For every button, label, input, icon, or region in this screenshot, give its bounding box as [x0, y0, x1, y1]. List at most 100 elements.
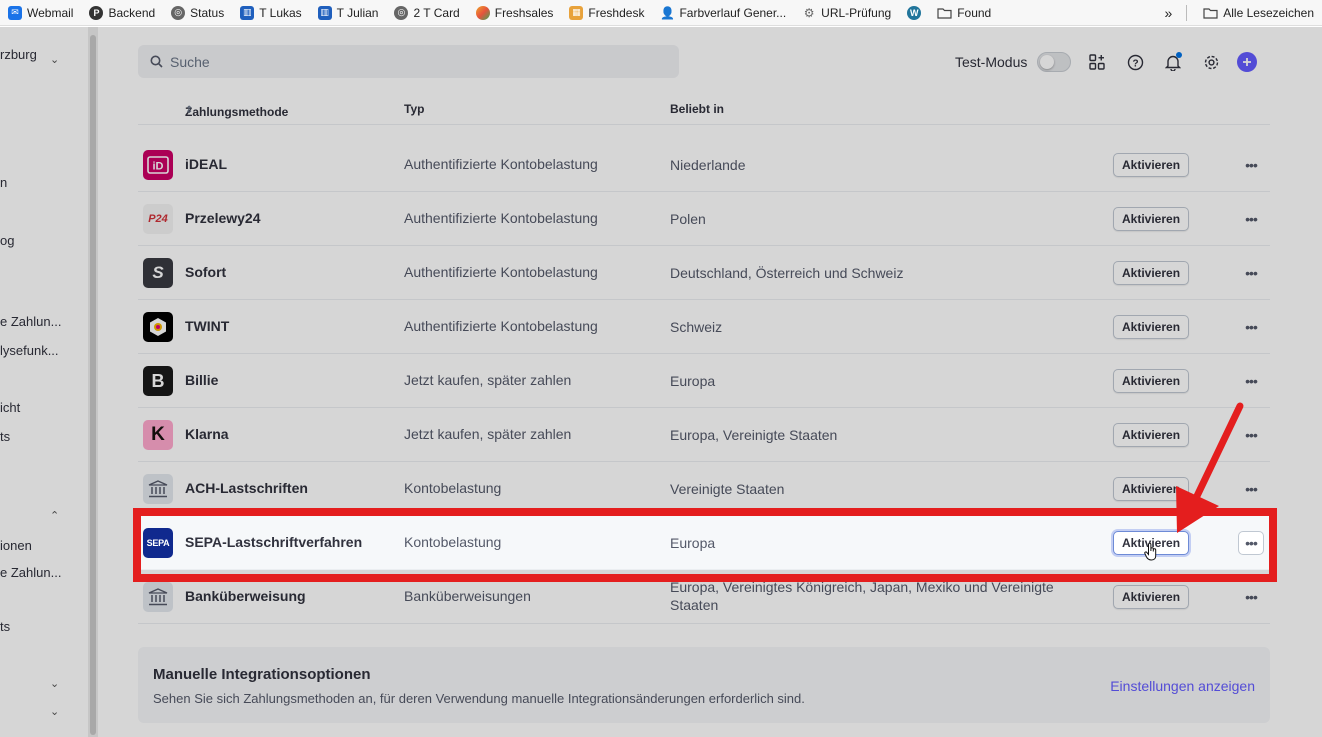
bookmark-wordpress[interactable]: W: [899, 5, 929, 20]
bookmark-found[interactable]: Found: [929, 6, 999, 20]
activate-button[interactable]: Aktivieren: [1113, 315, 1190, 339]
method-popular: Europa, Vereinigte Staaten: [670, 427, 838, 443]
more-options-icon[interactable]: •••: [1238, 477, 1264, 501]
bookmark-backend[interactable]: P Backend: [81, 5, 163, 20]
bookmark-webmail[interactable]: ✉ Webmail: [0, 5, 81, 20]
chevron-up-icon[interactable]: ⌃: [50, 509, 59, 522]
activate-button[interactable]: Aktivieren: [1113, 261, 1190, 285]
activate-button[interactable]: Aktivieren: [1113, 207, 1190, 231]
bookmark-status[interactable]: ◎ Status: [163, 5, 232, 20]
apps-icon[interactable]: [1085, 50, 1109, 74]
bookmark-freshdesk[interactable]: ▦ Freshdesk: [561, 5, 652, 20]
table-row: B Billie Jetzt kaufen, später zahlen Eur…: [138, 354, 1270, 408]
bookmarks-bar: ✉ Webmail P Backend ◎ Status ▥ T Lukas ▥…: [0, 0, 1322, 26]
bank-icon: [143, 582, 173, 612]
show-settings-link[interactable]: Einstellungen anzeigen: [1110, 678, 1255, 694]
globe-icon: ◎: [394, 5, 409, 20]
sidebar-item[interactable]: og: [0, 233, 14, 248]
search-input[interactable]: [170, 53, 650, 70]
activate-button[interactable]: Aktivieren: [1113, 477, 1190, 501]
sidebar-scrollbar[interactable]: [88, 27, 98, 737]
activate-button[interactable]: Aktivieren: [1113, 153, 1190, 177]
folder-icon: [937, 7, 952, 19]
method-name: ACH-Lastschriften: [185, 480, 308, 496]
freshsales-icon: [475, 5, 490, 20]
scrollbar-thumb[interactable]: [90, 35, 96, 735]
method-type: Authentifizierte Kontobelastung: [404, 318, 598, 334]
bookmark-t-julian[interactable]: ▥ T Julian: [310, 5, 387, 20]
bookmark-farbverlauf[interactable]: 👤 Farbverlauf Gener...: [652, 6, 794, 20]
globe-icon: ◎: [171, 5, 186, 20]
p-icon: P: [89, 5, 104, 20]
activate-button[interactable]: Aktivieren: [1113, 585, 1190, 609]
trello-icon: ▥: [317, 5, 332, 20]
sidebar-item[interactable]: e Zahlun...: [0, 314, 61, 329]
method-popular: Vereinigte Staaten: [670, 481, 785, 497]
method-popular: Europa, Vereinigtes Königreich, Japan, M…: [670, 579, 1054, 613]
method-name: Klarna: [185, 426, 229, 442]
trello-icon: ▥: [240, 5, 255, 20]
create-button[interactable]: [1237, 52, 1258, 72]
sidebar-item[interactable]: lysefunk...: [0, 343, 59, 358]
more-options-icon[interactable]: •••: [1238, 153, 1264, 177]
sidebar-item[interactable]: ts: [0, 619, 10, 634]
bookmarks-overflow-button[interactable]: »: [1158, 5, 1178, 21]
test-mode-toggle[interactable]: [1037, 52, 1072, 72]
mail-icon: ✉: [8, 5, 22, 20]
folder-icon: [1203, 8, 1218, 19]
more-options-icon[interactable]: •••: [1238, 207, 1264, 231]
twint-logo: [143, 312, 173, 342]
bank-icon: [143, 474, 173, 504]
help-icon[interactable]: ?: [1123, 50, 1147, 74]
manual-integration-panel: Manuelle Integrationsoptionen Sehen Sie …: [138, 647, 1270, 723]
more-options-icon[interactable]: •••: [1238, 585, 1264, 609]
method-type: Authentifizierte Kontobelastung: [404, 264, 598, 280]
manual-integration-title: Manuelle Integrationsoptionen: [153, 666, 371, 683]
method-name: Banküberweisung: [185, 588, 306, 604]
chevron-down-icon[interactable]: ⌄: [50, 705, 59, 718]
klarna-logo: K: [143, 420, 173, 450]
table-row: iD iDEAL Authentifizierte Kontobelastung…: [138, 138, 1270, 192]
bookmark-freshsales[interactable]: Freshsales: [468, 5, 562, 20]
sidebar-account-switcher[interactable]: rzburg: [0, 47, 37, 62]
bookmark-t-lukas[interactable]: ▥ T Lukas: [232, 5, 309, 20]
method-type: Authentifizierte Kontobelastung: [404, 156, 598, 172]
sidebar-item[interactable]: e Zahlun...: [0, 565, 61, 580]
main-content: Test-Modus ? Zahlungsmethode ⇕ Typ Belie…: [98, 27, 1322, 737]
billie-logo: B: [143, 366, 173, 396]
more-options-icon[interactable]: •••: [1238, 423, 1264, 447]
bell-icon[interactable]: [1161, 50, 1185, 74]
method-type: Banküberweisungen: [404, 588, 531, 604]
column-header-popular: Beliebt in: [670, 102, 725, 116]
method-name: Billie: [185, 372, 219, 388]
activate-button[interactable]: Aktivieren: [1113, 423, 1190, 447]
more-options-icon[interactable]: •••: [1238, 315, 1264, 339]
chevron-down-icon[interactable]: ⌄: [50, 677, 59, 690]
sidebar: rzburg ⌄ n og e Zahlun... lysefunk... ic…: [0, 27, 88, 737]
method-popular: Niederlande: [670, 157, 746, 173]
activate-button[interactable]: Aktivieren: [1113, 369, 1190, 393]
sidebar-item[interactable]: ionen: [0, 538, 32, 553]
freshdesk-icon: ▦: [569, 5, 584, 20]
method-name: TWINT: [185, 318, 230, 334]
url-check-icon: ⚙: [803, 5, 815, 20]
method-popular: Deutschland, Österreich und Schweiz: [670, 265, 904, 281]
all-bookmarks-button[interactable]: Alle Lesezeichen: [1195, 6, 1322, 20]
sofort-logo: S: [143, 258, 173, 288]
column-header-type: Typ: [404, 102, 425, 116]
method-type: Jetzt kaufen, später zahlen: [404, 426, 572, 442]
gear-icon[interactable]: [1199, 50, 1223, 74]
search-bar[interactable]: [138, 45, 679, 78]
toolbar: Test-Modus ?: [955, 49, 1258, 75]
more-options-icon[interactable]: •••: [1238, 369, 1264, 393]
bookmark-2-t-card[interactable]: ◎ 2 T Card: [386, 5, 467, 20]
method-popular: Europa: [670, 373, 716, 389]
sidebar-item[interactable]: n: [0, 175, 7, 190]
search-icon: [150, 55, 163, 68]
bookmark-url-pruefung[interactable]: ⚙ URL-Prüfung: [794, 6, 899, 20]
chevron-down-icon[interactable]: ⌄: [50, 53, 59, 66]
sidebar-item[interactable]: ts: [0, 429, 10, 444]
sidebar-item[interactable]: icht: [0, 400, 20, 415]
table-header: Zahlungsmethode ⇕ Typ Beliebt in: [138, 99, 1270, 125]
more-options-icon[interactable]: •••: [1238, 261, 1264, 285]
